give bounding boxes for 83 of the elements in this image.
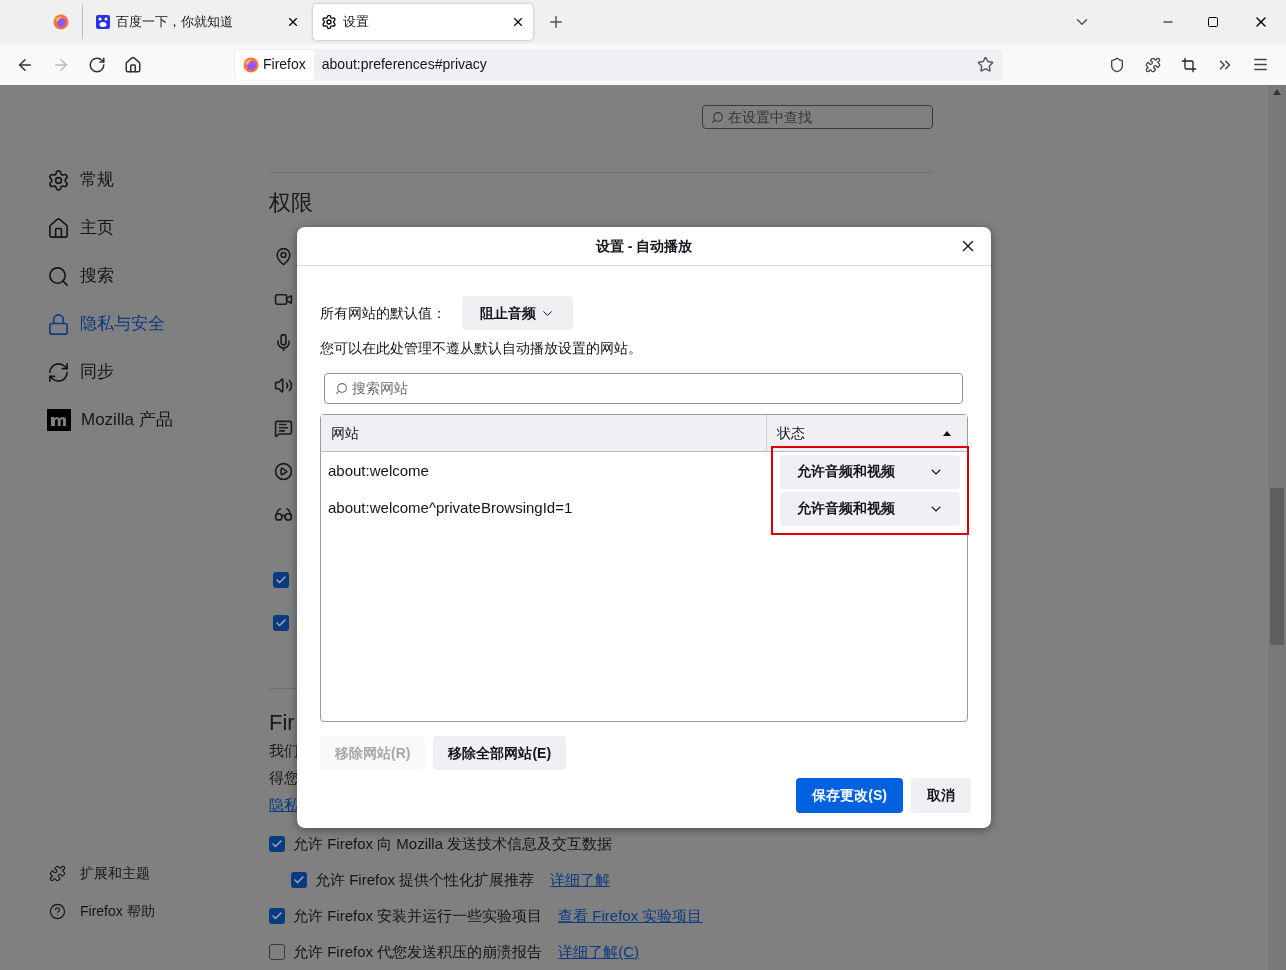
default-dropdown[interactable]: 阻止音频 (462, 296, 573, 330)
checkbox[interactable] (269, 944, 285, 960)
home-icon[interactable] (124, 55, 142, 74)
logo-icon (47, 409, 71, 431)
search-icon (711, 110, 724, 124)
cancel-button[interactable]: 取消 (911, 778, 971, 813)
checkmark-icon (275, 617, 287, 629)
checkbox[interactable] (291, 872, 307, 888)
option-label: 允许 Firefox 向 Mozilla 发送技术信息及交互数据 (293, 833, 613, 854)
home-icon (47, 216, 70, 240)
microphone-icon (274, 333, 293, 352)
sidebar-item[interactable]: 常规 (47, 156, 269, 204)
search-icon (47, 264, 70, 288)
close-icon[interactable] (511, 15, 525, 29)
vr-icon (274, 505, 293, 524)
puzzle-icon (49, 864, 66, 882)
address-text[interactable]: about:preferences#privacy (321, 54, 977, 75)
column-header[interactable]: 状态 (767, 415, 967, 451)
site-cell-text: about:welcome (327, 461, 430, 482)
checkbox[interactable] (273, 615, 289, 631)
column-header[interactable]: 网站 (321, 415, 767, 451)
scrollbar-thumb[interactable] (1270, 488, 1284, 645)
sidebar-item[interactable]: 搜索 (47, 252, 269, 300)
checkbox[interactable] (273, 572, 289, 588)
identity-chip[interactable]: Firefox (235, 49, 314, 80)
sync-icon (47, 360, 70, 384)
learn-more-link[interactable]: 详细了解(C) (558, 940, 639, 964)
description-text: 您可以在此处管理不遵从默认自动播放设置的网站。 (320, 339, 643, 358)
lock-icon (47, 312, 70, 336)
sidebar-item[interactable]: Mozilla 产品 (47, 396, 269, 444)
browser-tab[interactable]: 设置 (313, 4, 533, 40)
default-label: 所有网站的默认值： (320, 303, 446, 323)
site-cell-text: about:welcome^privateBrowsingId=1 (327, 498, 574, 519)
status-dropdown[interactable]: 允许音频和视频 (780, 491, 960, 526)
search-icon (335, 382, 348, 395)
checkmark-icon (275, 574, 287, 586)
tab-title: 设置 (343, 13, 370, 32)
help-icon (49, 902, 66, 920)
browser-logo-icon (53, 14, 69, 30)
scroll-up-arrow-icon[interactable] (1273, 89, 1281, 95)
menu-icon[interactable] (1252, 56, 1269, 73)
location-icon (274, 247, 293, 266)
scrollbar[interactable] (1268, 85, 1286, 970)
sidebar-item[interactable]: 主页 (47, 204, 269, 252)
close-icon[interactable] (286, 15, 300, 29)
gear-icon (47, 168, 70, 192)
speaker-icon (274, 376, 293, 395)
site-search-field[interactable]: 搜索网站 (324, 373, 963, 404)
crop-icon[interactable] (1181, 56, 1197, 73)
sidebar-footer-item[interactable]: Firefox 帮助 (47, 892, 269, 930)
extensions-icon[interactable] (1145, 56, 1161, 73)
learn-more-link[interactable]: 详细了解 (550, 868, 611, 892)
settings-icon (321, 14, 337, 30)
remove-button[interactable]: 移除全部网站(E) (433, 736, 567, 770)
option-label: 允许 Firefox 代您发送积压的崩溃报告 (293, 941, 543, 962)
checkmark-icon (271, 910, 283, 922)
tab-title: 百度一下，你就知道 (116, 13, 234, 32)
option-label: 允许 Firefox 提供个性化扩展推荐 (315, 869, 535, 890)
description-text: 我们 (269, 741, 299, 761)
section-heading: Fir (269, 709, 296, 737)
checkmark-icon (271, 838, 283, 850)
checkbox[interactable] (269, 836, 285, 852)
browser-tab[interactable]: 百度一下，你就知道 (88, 4, 308, 40)
section-heading: 权限 (269, 189, 314, 217)
paw-icon (96, 15, 110, 29)
status-dropdown[interactable]: 允许音频和视频 (780, 454, 960, 489)
checkbox[interactable] (269, 908, 285, 924)
new-tab-icon[interactable] (547, 13, 565, 31)
autoplay-icon (274, 462, 293, 481)
dialog-title: 设置 - 自动播放 (595, 236, 693, 256)
checkmark-icon (293, 874, 305, 886)
maximize-icon[interactable] (1207, 16, 1219, 28)
save-button[interactable]: 保存更改(S) (796, 778, 903, 813)
sidebar-item[interactable]: 同步 (47, 348, 269, 396)
browser-logo-icon (243, 56, 259, 73)
bookmark-star-icon[interactable] (977, 56, 994, 73)
sidebar-footer-item[interactable]: 扩展和主题 (47, 854, 269, 892)
sidebar-item[interactable]: 隐私与安全 (47, 300, 269, 348)
reload-icon[interactable] (88, 55, 106, 74)
learn-more-link[interactable]: 查看 Firefox 实验项目 (558, 904, 703, 928)
option-label: 允许 Firefox 安装并运行一些实验项目 (293, 905, 543, 926)
notification-icon (274, 419, 293, 438)
settings-search-field[interactable]: 在设置中查找 (702, 105, 933, 129)
